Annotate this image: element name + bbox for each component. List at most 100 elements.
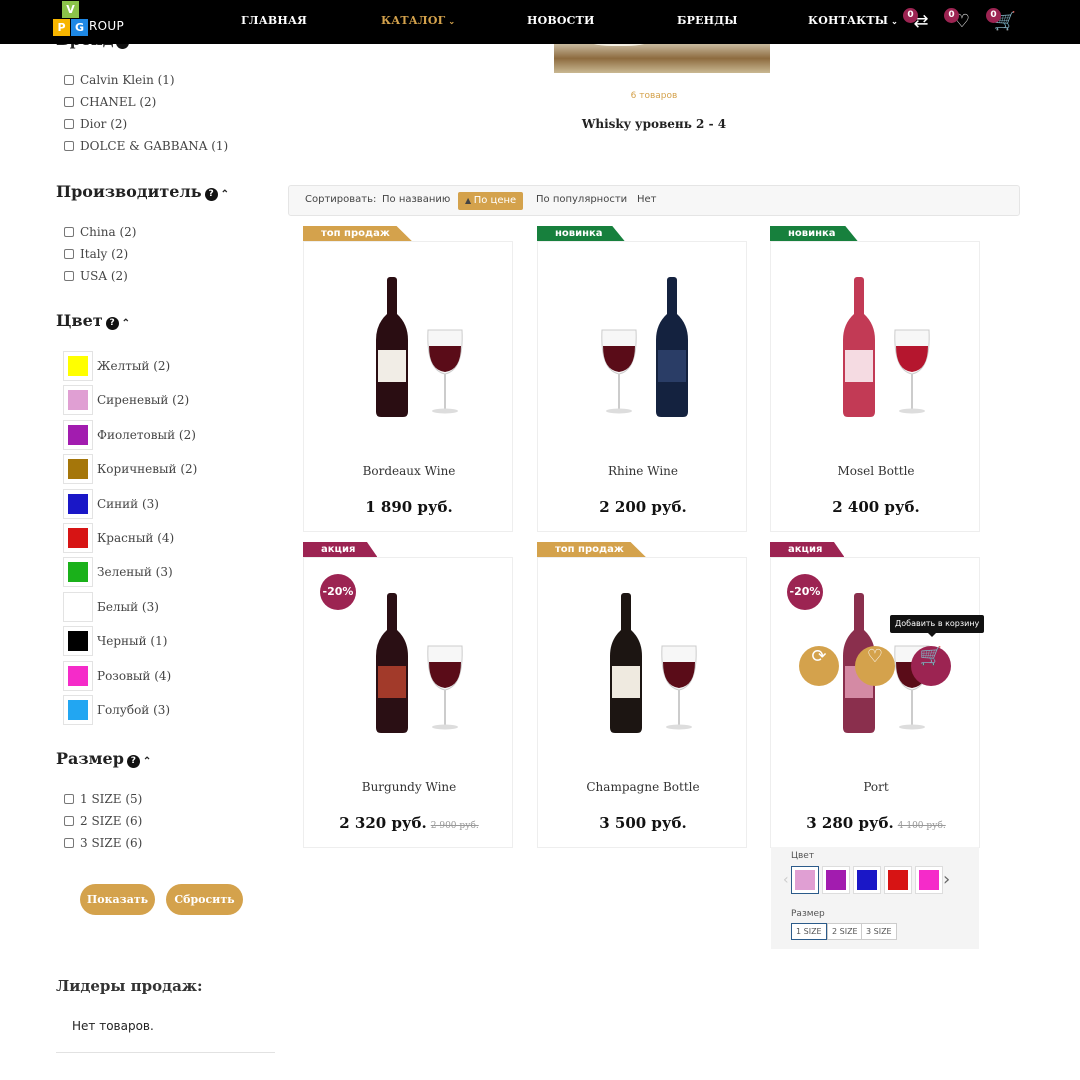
checkbox-box[interactable] — [64, 249, 74, 259]
color-filter-option[interactable]: Желтый (2) — [63, 351, 170, 381]
product-ribbon: топ продаж — [303, 226, 412, 241]
color-swatch[interactable] — [63, 351, 93, 381]
product-card[interactable]: Rhine Wine 2 200 руб. — [537, 241, 747, 532]
product-name[interactable]: Champagne Bottle — [538, 780, 748, 794]
color-swatch[interactable] — [63, 523, 93, 553]
color-swatch[interactable] — [63, 557, 93, 588]
sort-by-popularity[interactable]: По популярности — [536, 194, 627, 205]
color-swatch[interactable] — [63, 385, 93, 416]
checkbox-box[interactable] — [64, 816, 74, 826]
size-filter-heading[interactable]: Размер? ⌃ — [56, 749, 151, 768]
nav-news[interactable]: НОВОСТИ — [527, 14, 595, 27]
color-filter-heading[interactable]: Цвет? ⌃ — [56, 311, 130, 330]
color-swatch[interactable] — [63, 419, 93, 450]
sort-by-price[interactable]: ▲ По цене — [458, 192, 524, 210]
nav-catalog[interactable]: КАТАЛОГ ⌄ — [381, 14, 455, 27]
product-image[interactable] — [538, 242, 748, 452]
product-color-option[interactable] — [822, 866, 850, 894]
checkbox-box[interactable] — [64, 97, 74, 107]
product-card[interactable]: -20% Port 3 280 руб. 4 100 руб. — [770, 557, 980, 848]
color-filter-option[interactable]: Красный (4) — [63, 523, 174, 553]
product-card[interactable]: -20% Burgundy Wine 2 320 руб. 2 900 руб. — [303, 557, 513, 848]
compare-button[interactable]: ⟳ — [799, 646, 839, 686]
reset-button[interactable]: Сбросить — [166, 884, 243, 915]
brand-checkbox[interactable]: CHANEL (2) — [64, 95, 156, 109]
wishlist-button[interactable]: ♡ — [855, 646, 895, 686]
nav-contacts[interactable]: КОНТАКТЫ ⌄ — [808, 14, 898, 27]
wine-glass-stem — [911, 690, 913, 726]
logo[interactable]: V P G ROUP — [52, 0, 142, 40]
color-filter-option[interactable]: Сиреневый (2) — [63, 385, 189, 416]
product-price: 3 500 руб. — [599, 814, 687, 832]
product-name[interactable]: Bordeaux Wine — [304, 464, 514, 478]
checkbox-box[interactable] — [64, 794, 74, 804]
maker-filter-heading[interactable]: Производитель? ⌃ — [56, 182, 229, 201]
color-filter-option[interactable]: Голубой (3) — [63, 695, 170, 725]
color-filter-option[interactable]: Белый (3) — [63, 591, 159, 622]
product-color-option[interactable] — [853, 866, 881, 894]
product-card[interactable]: Mosel Bottle 2 400 руб. — [770, 241, 980, 532]
chevron-right-icon[interactable]: › — [943, 869, 950, 890]
product-color-option[interactable] — [791, 866, 819, 894]
checkbox-box[interactable] — [64, 141, 74, 151]
product-image[interactable] — [771, 242, 981, 452]
product-ribbon: акция — [303, 542, 378, 557]
maker-checkbox-label: Italy (2) — [80, 247, 129, 261]
show-button[interactable]: Показать — [80, 884, 155, 915]
nav-home[interactable]: ГЛАВНАЯ — [241, 14, 307, 27]
color-filter-option[interactable]: Фиолетовый (2) — [63, 419, 196, 450]
checkbox-box[interactable] — [64, 271, 74, 281]
product-color-option[interactable] — [884, 866, 912, 894]
sort-none[interactable]: Нет — [637, 194, 657, 205]
color-filter-option[interactable]: Зеленый (3) — [63, 557, 173, 588]
color-swatch-fill — [68, 356, 88, 376]
product-color-option[interactable] — [915, 866, 943, 894]
size-checkbox[interactable]: 1 SIZE (5) — [64, 792, 142, 806]
brand-checkbox[interactable]: DOLCE & GABBANA (1) — [64, 139, 228, 153]
chevron-left-icon[interactable]: ‹ — [783, 872, 789, 888]
checkbox-box[interactable] — [64, 119, 74, 129]
brand-checkbox[interactable]: Calvin Klein (1) — [64, 73, 175, 87]
color-swatch[interactable] — [63, 660, 93, 691]
product-image[interactable] — [538, 558, 748, 768]
sort-by-price-label: По цене — [473, 195, 517, 206]
size-option[interactable]: 2 SIZE — [827, 923, 863, 940]
category-title[interactable]: Whisky уровень 2 - 4 — [554, 117, 754, 131]
color-filter-option[interactable]: Черный (1) — [63, 626, 167, 657]
product-name[interactable]: Port — [771, 780, 981, 794]
help-icon[interactable]: ? — [105, 317, 119, 330]
product-card[interactable]: Bordeaux Wine 1 890 руб. — [303, 241, 513, 532]
color-filter-option[interactable]: Розовый (4) — [63, 660, 171, 691]
checkbox-box[interactable] — [64, 227, 74, 237]
color-swatch[interactable] — [63, 695, 93, 725]
checkbox-box[interactable] — [64, 838, 74, 848]
brand-checkbox[interactable]: Dior (2) — [64, 117, 127, 131]
chevron-up-icon[interactable]: ⌃ — [122, 318, 130, 329]
chevron-up-icon[interactable]: ⌃ — [143, 756, 151, 767]
product-name[interactable]: Rhine Wine — [538, 464, 748, 478]
maker-checkbox[interactable]: China (2) — [64, 225, 136, 239]
size-option[interactable]: 1 SIZE — [791, 923, 827, 940]
product-name[interactable]: Burgundy Wine — [304, 780, 514, 794]
help-icon[interactable]: ? — [204, 188, 218, 201]
sort-by-name[interactable]: По названию — [382, 194, 450, 205]
product-name[interactable]: Mosel Bottle — [771, 464, 981, 478]
color-swatch[interactable] — [63, 488, 93, 519]
product-card[interactable]: Champagne Bottle 3 500 руб. — [537, 557, 747, 848]
chevron-up-icon[interactable]: ⌃ — [221, 189, 229, 200]
help-icon[interactable]: ? — [126, 755, 140, 768]
color-swatch[interactable] — [63, 591, 93, 622]
add-to-cart-button[interactable]: 🛒 — [911, 646, 951, 686]
size-option[interactable]: 3 SIZE — [861, 923, 897, 940]
color-swatch[interactable] — [63, 626, 93, 657]
product-image[interactable] — [304, 242, 514, 452]
checkbox-box[interactable] — [64, 75, 74, 85]
maker-checkbox[interactable]: Italy (2) — [64, 247, 128, 261]
maker-checkbox[interactable]: USA (2) — [64, 269, 128, 283]
size-checkbox[interactable]: 3 SIZE (6) — [64, 836, 142, 850]
color-filter-option[interactable]: Коричневый (2) — [63, 454, 197, 485]
size-checkbox[interactable]: 2 SIZE (6) — [64, 814, 142, 828]
color-swatch[interactable] — [63, 454, 93, 485]
color-filter-option[interactable]: Синий (3) — [63, 488, 159, 519]
nav-brands[interactable]: БРЕНДЫ — [677, 14, 738, 27]
